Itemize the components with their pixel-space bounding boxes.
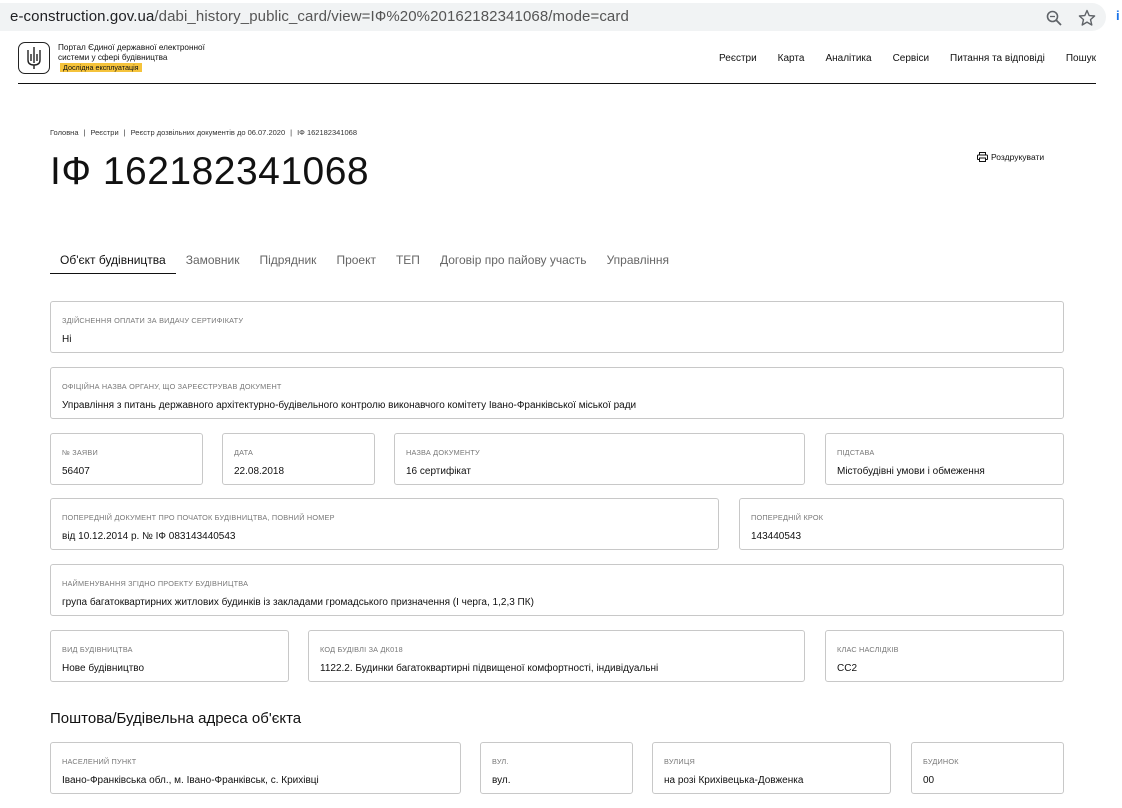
zoom-icon[interactable] [1046,10,1062,26]
breadcrumb-separator: | [123,128,126,137]
print-label: Роздрукувати [991,152,1045,162]
field-street: Вулиця на розі Крихівецька-Довженка [652,742,891,794]
field-label: Назва документу [406,448,480,457]
address-section-title: Поштова/Будівельна адреса об'єкта [50,710,302,727]
nav-analytics[interactable]: Аналітика [825,53,871,64]
nav-map[interactable]: Карта [778,53,805,64]
print-button[interactable]: Роздрукувати [977,152,1044,162]
field-label: Найменування згідно проекту будівництва [62,579,249,588]
nav-faq[interactable]: Питання та відповіді [950,53,1045,64]
field-label: Дата [234,448,254,457]
main-nav: Реєстри Карта Аналітика Сервіси Питання … [698,53,1096,64]
url-text[interactable]: e-construction.gov.ua/dabi_history_publi… [10,8,629,25]
field-prev-doc: Попередній документ про початок будівниц… [50,498,719,550]
tab-management[interactable]: Управління [597,250,679,274]
field-building: Будинок 00 [911,742,1064,794]
tab-bar: Об'єкт будівництва Замовник Підрядник Пр… [50,250,679,274]
field-value: група багатоквартирних житлових будинків… [62,597,534,608]
field-value: від 10.12.2014 р. № ІФ 083143440543 [62,531,236,542]
field-project-name: Найменування згідно проекту будівництва … [50,564,1064,616]
field-label: № заяви [62,448,98,457]
breadcrumb-permit-registry[interactable]: Реєстр дозвільних документів до 06.07.20… [131,128,286,137]
field-basis: Підстава Містобудівні умови і обмеження [825,433,1064,485]
extension-icon[interactable]: i [1116,8,1122,24]
field-label: Попередній документ про початок будівниц… [62,513,335,522]
field-value: Управління з питань державного архітекту… [62,400,637,411]
field-value: Містобудівні умови і обмеження [837,466,985,477]
site-header: Портал Єдиної державної електронної сист… [18,37,1096,84]
printer-icon [977,152,988,162]
portal-title-text: Портал Єдиної державної електронної сист… [58,43,205,62]
portal-title[interactable]: Портал Єдиної державної електронної сист… [58,43,218,73]
field-label: Підстава [837,448,875,457]
url-box[interactable]: e-construction.gov.ua/dabi_history_publi… [0,3,1106,31]
url-path: /dabi_history_public_card/view=ІФ%20%201… [154,8,629,25]
field-value: СС2 [837,663,858,674]
page-title: ІФ 162182341068 [50,150,370,193]
field-date: Дата 22.08.2018 [222,433,375,485]
nav-registries[interactable]: Реєстри [719,53,757,64]
field-application-no: № заяви 56407 [50,433,203,485]
breadcrumb: Головна | Реєстри | Реєстр дозвільних докуме… [50,128,357,137]
field-settlement: Населений пункт Івано-Франківська обл., … [50,742,461,794]
field-label: Клас наслідків [837,645,899,654]
breadcrumb-separator: | [290,128,293,137]
field-value: на розі Крихівецька-Довженка [664,775,804,786]
field-value: 22.08.2018 [234,466,285,477]
tab-tep[interactable]: ТЕП [386,250,430,274]
field-value: 1122.2. Будинки багатоквартирні підвищен… [320,663,659,674]
field-value: 16 сертифікат [406,466,471,477]
nav-search[interactable]: Пошук [1066,53,1096,64]
tab-customer[interactable]: Замовник [176,250,250,274]
field-value: 56407 [62,466,90,477]
url-host: e-construction.gov.ua [10,8,155,25]
field-street-type: Вул. вул. [480,742,633,794]
trident-logo-icon[interactable] [18,42,50,74]
field-label: Будинок [923,757,959,766]
field-payment: Здійснення оплати за видачу сертифікату … [50,301,1064,353]
field-doc-name: Назва документу 16 сертифікат [394,433,805,485]
field-construction-type: Вид будівництва Нове будівництво [50,630,289,682]
field-value: 00 [923,775,935,786]
tab-share-agreement[interactable]: Договір про пайову участь [430,250,597,274]
trident-icon [27,47,41,69]
field-value: 143440543 [751,531,802,542]
bookmark-star-icon[interactable] [1078,9,1096,27]
field-label: Вид будівництва [62,645,133,654]
tab-contractor[interactable]: Підрядник [250,250,327,274]
breadcrumb-separator: | [83,128,86,137]
field-label: Попередній крок [751,513,824,522]
field-label: Здійснення оплати за видачу сертифікату [62,316,244,325]
field-building-code: Код будівлі за ДК018 1122.2. Будинки баг… [308,630,805,682]
field-label: Вулиця [664,757,695,766]
field-label: Офіційна назва органу, що зареєстрував д… [62,382,282,391]
field-value: Ні [62,334,72,345]
field-consequence-class: Клас наслідків СС2 [825,630,1064,682]
breadcrumb-home[interactable]: Головна [50,128,79,137]
breadcrumb-current: ІФ 162182341068 [297,128,358,137]
field-value: Нове будівництво [62,663,145,674]
field-label: Населений пункт [62,757,137,766]
tab-project[interactable]: Проект [326,250,386,274]
field-label: Код будівлі за ДК018 [320,645,403,654]
field-value: Івано-Франківська обл., м. Івано-Франків… [62,775,319,786]
breadcrumb-registries[interactable]: Реєстри [90,128,118,137]
beta-badge: Дослідна експлуатація [60,63,142,72]
tab-construction-object[interactable]: Об'єкт будівництва [50,250,176,274]
nav-services[interactable]: Сервіси [893,53,929,64]
field-authority: Офіційна назва органу, що зареєстрував д… [50,367,1064,419]
field-label: Вул. [492,757,509,766]
field-prev-step: Попередній крок 143440543 [739,498,1064,550]
browser-address-bar: e-construction.gov.ua/dabi_history_publi… [0,0,1122,35]
field-value: вул. [492,775,511,786]
